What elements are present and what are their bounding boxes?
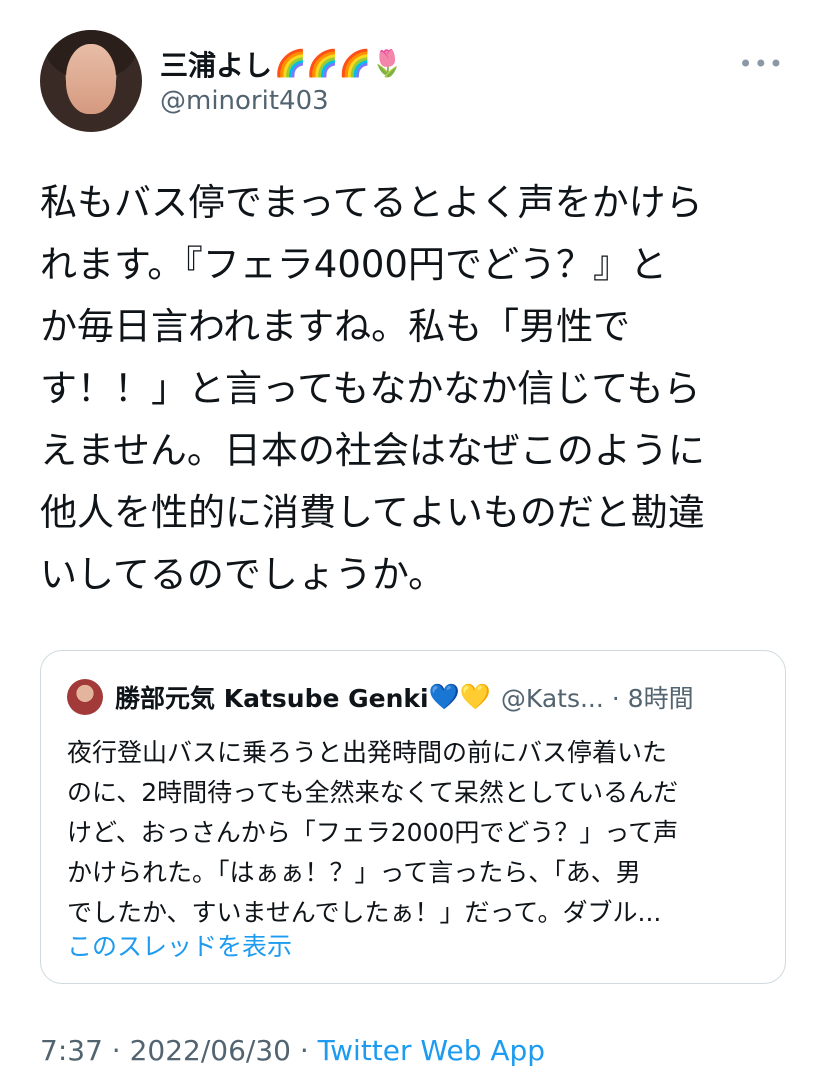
quoted-tweet-body: 夜行登山バスに乗ろうと出発時間の前にバス停着いた のに、2時間待っても全然来なく… <box>67 738 679 927</box>
source-app-link[interactable]: Twitter Web App <box>318 1034 545 1067</box>
quoted-tweet[interactable]: 勝部元気 Katsube Genki 💙💛 @Kats... · 8時間 夜行登… <box>40 650 786 984</box>
more-options-icon[interactable]: ••• <box>739 50 784 78</box>
quoted-author-name: 勝部元気 Katsube Genki <box>115 684 429 713</box>
author-name-emojis: 🌈🌈🌈🌷 <box>274 49 404 79</box>
tweet-footer: 7:37 · 2022/06/30 · Twitter Web App <box>40 1034 545 1067</box>
quoted-author-avatar[interactable] <box>67 679 103 715</box>
author-avatar[interactable] <box>40 30 142 132</box>
quoted-tweet-header: 勝部元気 Katsube Genki 💙💛 @Kats... · 8時間 <box>115 679 775 715</box>
tweet-timestamp[interactable]: 7:37 · 2022/06/30 · <box>40 1034 318 1067</box>
author-display-name[interactable]: 三浦よし 🌈🌈🌈🌷 <box>160 44 404 84</box>
quoted-handle-time: @Kats... · 8時間 <box>500 684 694 713</box>
tweet-body: 私もバス停でまってるとよく声をかけら れます。『フェラ4000円でどう？』と か… <box>40 181 705 596</box>
author-name-text: 三浦よし <box>160 49 273 82</box>
avatar-face <box>66 44 116 114</box>
show-thread-link[interactable]: このスレッドを表示 <box>67 927 292 963</box>
author-handle[interactable]: @minorit403 <box>160 86 329 116</box>
quoted-author-emojis: 💙💛 <box>428 682 491 711</box>
